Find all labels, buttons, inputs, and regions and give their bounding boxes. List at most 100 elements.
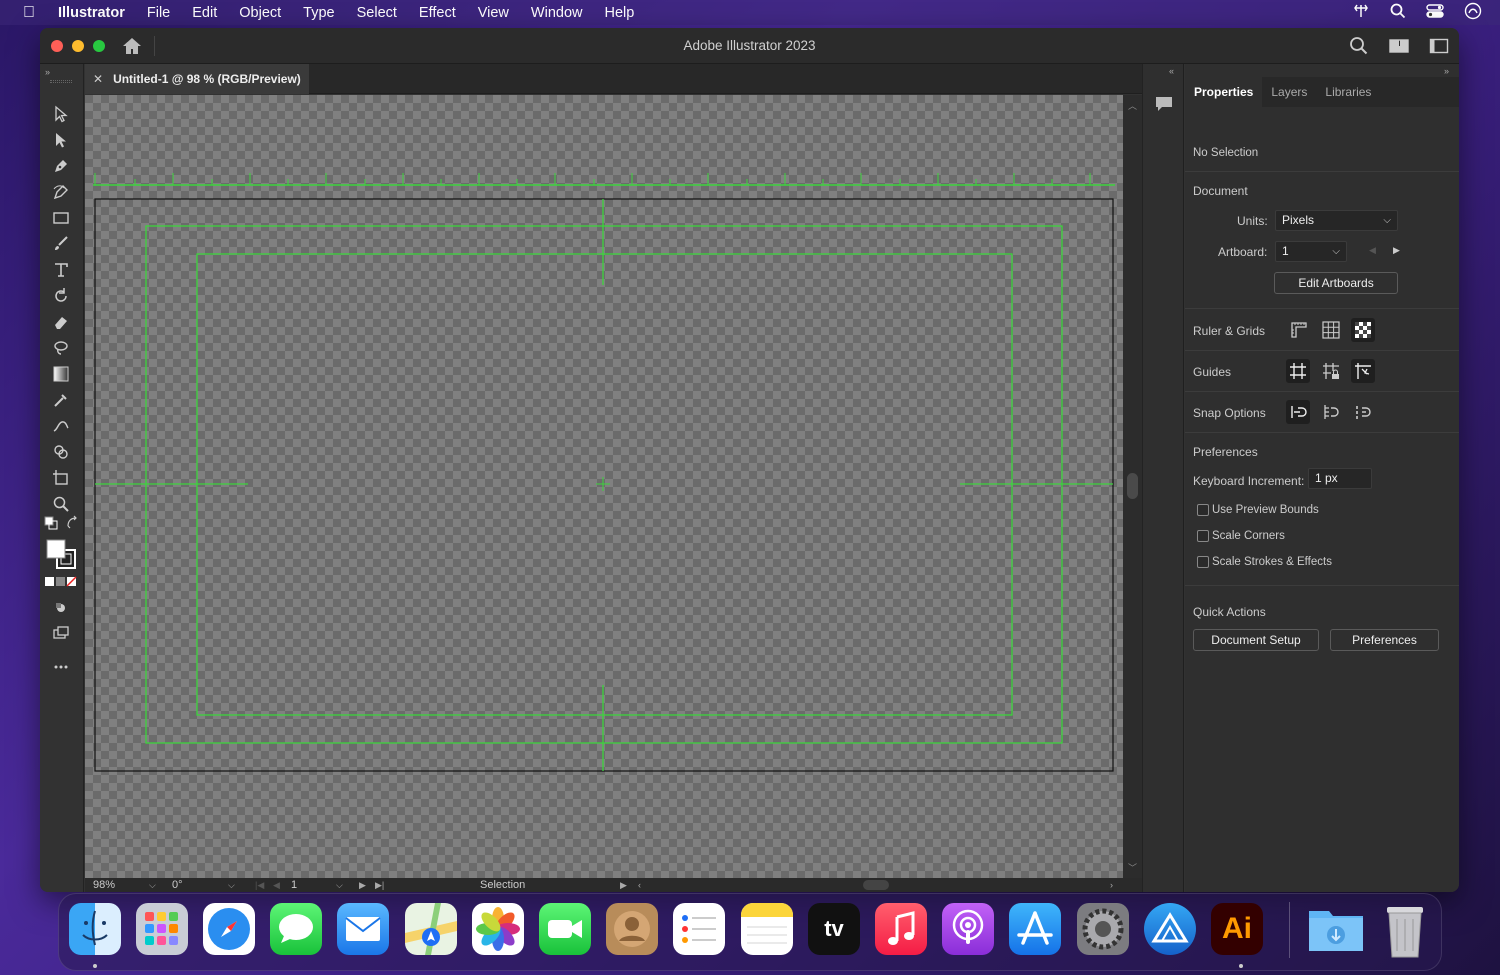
canvas-area[interactable] xyxy=(85,95,1123,878)
transparency-grid-icon[interactable] xyxy=(1351,318,1375,342)
lock-guides-icon[interactable] xyxy=(1319,359,1343,383)
control-center-icon[interactable] xyxy=(1426,3,1444,23)
color-mode-icons[interactable] xyxy=(44,575,78,589)
podcasts-icon[interactable] xyxy=(942,903,994,955)
prev-artboard-arrow-icon[interactable]: ◀ xyxy=(1369,245,1376,256)
show-guides-icon[interactable] xyxy=(1286,359,1310,383)
panel-grip[interactable] xyxy=(50,80,72,83)
ruler-icon[interactable] xyxy=(1287,318,1311,342)
appletv-icon[interactable]: tv xyxy=(808,903,860,955)
tab-properties[interactable]: Properties xyxy=(1185,77,1263,107)
photos-icon[interactable] xyxy=(472,903,524,955)
use-preview-bounds-label[interactable]: Use Preview Bounds xyxy=(1212,504,1319,516)
scale-strokes-effects-checkbox[interactable] xyxy=(1197,556,1209,568)
artboard-number-field[interactable]: 1 xyxy=(291,878,297,892)
default-fill-stroke-icon[interactable] xyxy=(44,516,58,530)
apple-menu-icon[interactable]:  xyxy=(20,4,38,22)
artboard-select[interactable]: 1 ⌵ xyxy=(1275,241,1347,262)
artboard-tool-icon[interactable] xyxy=(50,467,72,489)
document-setup-button[interactable]: Document Setup xyxy=(1193,629,1319,651)
screen-mode-icon[interactable] xyxy=(50,622,72,644)
keyboard-increment-input[interactable]: 1 px xyxy=(1308,468,1372,489)
eyedropper-tool-icon[interactable] xyxy=(50,389,72,411)
blend-tool-icon[interactable] xyxy=(50,415,72,437)
comments-icon[interactable] xyxy=(1154,94,1174,114)
spotlight-search-icon[interactable] xyxy=(1390,3,1406,23)
menu-app-name[interactable]: Illustrator xyxy=(58,5,125,21)
safari-icon[interactable] xyxy=(203,903,255,955)
scale-corners-checkbox[interactable] xyxy=(1197,530,1209,542)
artboard-dropdown-icon[interactable]: ⌵ xyxy=(336,878,343,892)
menu-select[interactable]: Select xyxy=(357,5,397,21)
system-settings-icon[interactable] xyxy=(1077,903,1129,955)
music-icon[interactable] xyxy=(875,903,927,955)
fill-stroke-swatch[interactable] xyxy=(44,537,78,571)
status-menu-icon[interactable]: ▶ xyxy=(620,878,627,892)
scroll-right-icon[interactable]: › xyxy=(1110,878,1113,892)
snap-to-glyph-icon[interactable] xyxy=(1319,400,1343,424)
document-tab[interactable]: ✕ Untitled-1 @ 98 % (RGB/Preview) xyxy=(85,64,309,94)
last-artboard-icon[interactable]: ▶| xyxy=(375,878,384,892)
launchpad-icon[interactable] xyxy=(136,903,188,955)
zoom-dropdown-icon[interactable]: ⌵ xyxy=(149,878,156,892)
menu-type[interactable]: Type xyxy=(303,5,334,21)
search-icon[interactable] xyxy=(1349,36,1369,56)
next-artboard-arrow-icon[interactable]: ▶ xyxy=(1393,245,1400,256)
trash-icon[interactable] xyxy=(1379,903,1431,958)
collapse-panel-icon[interactable]: » xyxy=(1444,66,1449,76)
messages-icon[interactable] xyxy=(270,903,322,955)
illustrator-icon[interactable]: Ai xyxy=(1211,903,1263,955)
contacts-icon[interactable] xyxy=(606,903,658,955)
edit-toolbar-more-icon[interactable] xyxy=(50,656,72,678)
shape-builder-tool-icon[interactable] xyxy=(50,441,72,463)
snap-to-point-icon[interactable] xyxy=(1286,400,1310,424)
altstore-icon[interactable] xyxy=(1144,903,1196,955)
first-artboard-icon[interactable]: |◀ xyxy=(255,878,264,892)
scale-strokes-effects-label[interactable]: Scale Strokes & Effects xyxy=(1212,556,1332,568)
direct-selection-tool-icon[interactable] xyxy=(50,129,72,151)
expand-panels-icon[interactable]: « xyxy=(1169,66,1174,76)
pen-tool-icon[interactable] xyxy=(50,155,72,177)
snap-to-pixel-icon[interactable] xyxy=(1351,400,1375,424)
scroll-down-icon[interactable]: ﹀ xyxy=(1128,861,1137,874)
reminders-icon[interactable] xyxy=(673,903,725,955)
edit-artboards-button[interactable]: Edit Artboards xyxy=(1274,272,1398,294)
facetime-icon[interactable] xyxy=(539,903,591,955)
prev-artboard-icon[interactable]: ◀ xyxy=(273,878,280,892)
menu-window[interactable]: Window xyxy=(531,5,583,21)
vertical-scroll-thumb[interactable] xyxy=(1127,473,1138,499)
close-document-icon[interactable]: ✕ xyxy=(93,72,103,86)
rectangle-tool-icon[interactable] xyxy=(50,207,72,229)
collapse-tools-icon[interactable]: » xyxy=(45,67,50,77)
finder-icon[interactable] xyxy=(69,903,121,955)
gradient-tool-icon[interactable] xyxy=(50,363,72,385)
maps-icon[interactable] xyxy=(405,903,457,955)
mail-icon[interactable] xyxy=(337,903,389,955)
zoom-level-field[interactable]: 98% xyxy=(93,878,115,892)
lasso-tool-icon[interactable] xyxy=(50,337,72,359)
menu-edit[interactable]: Edit xyxy=(192,5,217,21)
tab-layers[interactable]: Layers xyxy=(1262,77,1316,107)
menu-effect[interactable]: Effect xyxy=(419,5,456,21)
horizontal-scroll-thumb[interactable] xyxy=(863,880,889,890)
menu-file[interactable]: File xyxy=(147,5,170,21)
drawing-mode-icon[interactable] xyxy=(50,597,72,619)
zoom-tool-icon[interactable] xyxy=(50,493,72,515)
vertical-scrollbar[interactable]: ︿ ﹀ xyxy=(1123,95,1142,878)
units-select[interactable]: Pixels ⌵ xyxy=(1275,210,1398,231)
curvature-tool-icon[interactable] xyxy=(50,181,72,203)
rotation-field[interactable]: 0° xyxy=(172,878,183,892)
scroll-left-icon[interactable]: ‹ xyxy=(638,878,641,892)
tab-libraries[interactable]: Libraries xyxy=(1316,77,1380,107)
smart-guides-icon[interactable] xyxy=(1351,359,1375,383)
transfer-icon[interactable] xyxy=(1352,3,1370,23)
grid-icon[interactable] xyxy=(1319,318,1343,342)
siri-icon[interactable] xyxy=(1464,2,1482,24)
swap-fill-stroke-icon[interactable] xyxy=(66,515,80,530)
menu-view[interactable]: View xyxy=(478,5,509,21)
workspace-switcher-icon[interactable] xyxy=(1429,36,1449,56)
notes-icon[interactable] xyxy=(741,903,793,955)
menu-help[interactable]: Help xyxy=(604,5,634,21)
downloads-folder-icon[interactable] xyxy=(1307,903,1363,955)
scroll-up-icon[interactable]: ︿ xyxy=(1128,99,1137,112)
